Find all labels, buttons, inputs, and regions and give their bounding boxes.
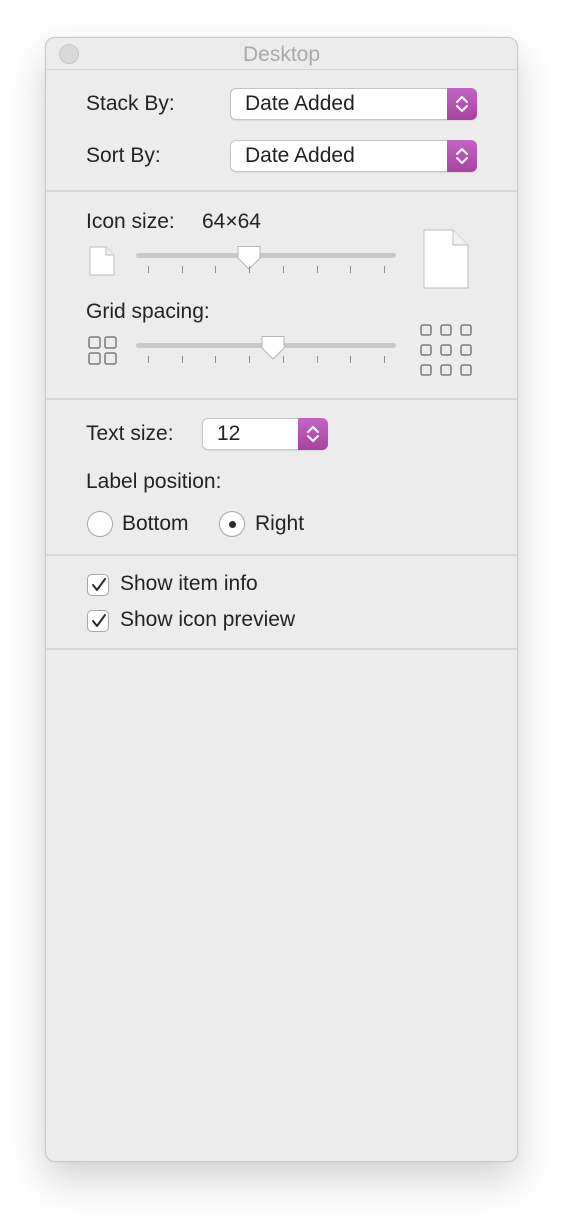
wide-grid-icon [420,324,472,376]
icon-size-label: Icon size: [86,210,175,233]
section-divider [46,648,517,650]
slider-tick [249,356,251,363]
chevron-updown-icon [456,148,468,164]
chevron-updown-icon [456,96,468,112]
sort-by-stepper[interactable] [447,140,477,172]
sort-by-value: Date Added [245,144,355,167]
show-item-info-label[interactable]: Show item info [120,572,258,596]
slider-tick [384,356,385,363]
show-icon-preview-checkbox[interactable] [87,610,109,632]
slider-tick [316,356,318,363]
sort-by-popup[interactable]: Date Added [230,140,477,172]
title-bar[interactable]: Desktop [46,38,517,70]
sort-by-label: Sort By: [86,144,161,167]
right-radio-label[interactable]: Right [255,512,304,536]
slider-tick [282,356,284,363]
text-size-value: 12 [217,422,241,445]
slider-tick [148,356,149,363]
section-divider [46,398,517,400]
stack-by-value: Date Added [245,92,355,115]
slider-tick [215,266,217,273]
text-size-label: Text size: [86,422,174,445]
section-divider [46,554,517,556]
icon-size-slider-track[interactable] [136,253,396,258]
checkmark-icon [92,614,106,627]
slider-tick [215,356,217,363]
chevron-updown-icon [307,426,319,442]
label-position-label: Label position: [86,470,222,493]
show-icon-preview-label[interactable]: Show icon preview [120,608,295,632]
slider-tick [282,266,284,273]
stack-by-stepper[interactable] [447,88,477,120]
slider-tick [350,266,352,273]
slider-tick [181,356,183,363]
small-document-icon [89,246,115,276]
section-divider [46,190,517,192]
grid-spacing-label: Grid spacing: [86,300,210,323]
view-options-window: Desktop Stack By: Date Added Sort By: Da… [45,37,518,1162]
stack-by-popup[interactable]: Date Added [230,88,477,120]
large-document-icon [423,229,469,289]
slider-tick [181,266,183,273]
window-title: Desktop [242,43,321,66]
right-radio[interactable] [219,511,245,537]
tight-grid-icon [88,336,117,365]
slider-tick [148,266,149,273]
slider-tick [316,266,318,273]
bottom-radio-label[interactable]: Bottom [122,512,189,536]
show-item-info-checkbox[interactable] [87,574,109,596]
slider-tick [249,266,251,273]
slider-tick [350,356,352,363]
stack-by-label: Stack By: [86,92,175,115]
icon-size-value: 64×64 [202,210,261,233]
checkmark-icon [92,578,106,591]
slider-tick [384,266,385,273]
text-size-stepper[interactable] [298,418,328,450]
bottom-radio[interactable] [87,511,113,537]
text-size-popup[interactable]: 12 [202,418,328,450]
radio-selected-dot [229,521,236,528]
